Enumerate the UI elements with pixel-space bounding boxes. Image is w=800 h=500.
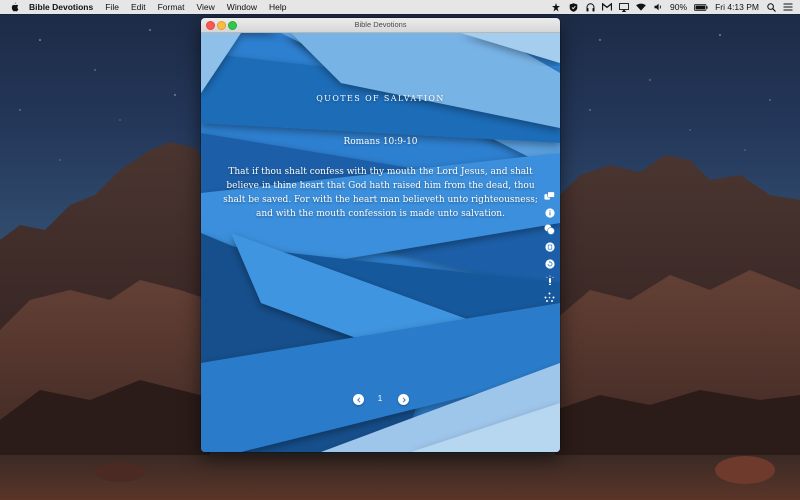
- volume-icon[interactable]: [653, 3, 663, 12]
- chat-icon[interactable]: [544, 224, 555, 235]
- share-icon[interactable]: [544, 190, 555, 201]
- sparkle-icon[interactable]: [544, 292, 555, 303]
- mail-icon[interactable]: [602, 3, 613, 12]
- app-status-icon[interactable]: [551, 2, 561, 12]
- previous-page-button[interactable]: [353, 394, 364, 405]
- window-title: Bible Devotions: [354, 20, 407, 29]
- copy-icon[interactable]: [544, 241, 555, 252]
- menu-window[interactable]: Window: [227, 2, 257, 12]
- page-number: 1: [377, 394, 383, 403]
- airplay-icon[interactable]: [619, 2, 629, 12]
- section-title: QUOTES OF SALVATION: [316, 94, 445, 103]
- menu-file[interactable]: File: [105, 2, 119, 12]
- verse-reference: Romans 10:9-10: [343, 137, 418, 147]
- apple-menu-icon[interactable]: [9, 2, 19, 12]
- reload-icon[interactable]: [544, 258, 555, 269]
- menu-format[interactable]: Format: [158, 2, 185, 12]
- pager: 1: [201, 393, 560, 407]
- menu-edit[interactable]: Edit: [131, 2, 146, 12]
- verse-text: That if thou shalt confess with thy mout…: [223, 167, 538, 219]
- spotlight-icon[interactable]: [766, 2, 776, 12]
- menu-bar: Bible Devotions File Edit Format View Wi…: [0, 0, 800, 14]
- info-icon[interactable]: [544, 207, 555, 218]
- next-page-button[interactable]: [398, 394, 409, 405]
- menu-clock[interactable]: Fri 4:13 PM: [715, 2, 759, 12]
- battery-percentage: 90%: [670, 2, 688, 12]
- bulb-icon[interactable]: [544, 275, 555, 286]
- devotion-text-layer: QUOTES OF SALVATION Romans 10:9-10 That …: [201, 33, 560, 452]
- menu-view[interactable]: View: [197, 2, 215, 12]
- devotion-view: QUOTES OF SALVATION Romans 10:9-10 That …: [201, 33, 560, 452]
- battery-icon[interactable]: [694, 3, 708, 12]
- list-icon[interactable]: [783, 3, 793, 12]
- headphones-icon[interactable]: [585, 2, 595, 12]
- menu-help[interactable]: Help: [269, 2, 286, 12]
- menu-app-name[interactable]: Bible Devotions: [29, 2, 93, 12]
- window-title-bar[interactable]: Bible Devotions: [201, 18, 560, 33]
- shield-icon[interactable]: [568, 2, 578, 12]
- chevron-right-icon: [402, 396, 406, 403]
- app-window: Bible Devotions QUOTES OF SALVATION Roma…: [201, 18, 560, 452]
- wifi-icon[interactable]: [636, 3, 646, 12]
- chevron-left-icon: [356, 396, 360, 403]
